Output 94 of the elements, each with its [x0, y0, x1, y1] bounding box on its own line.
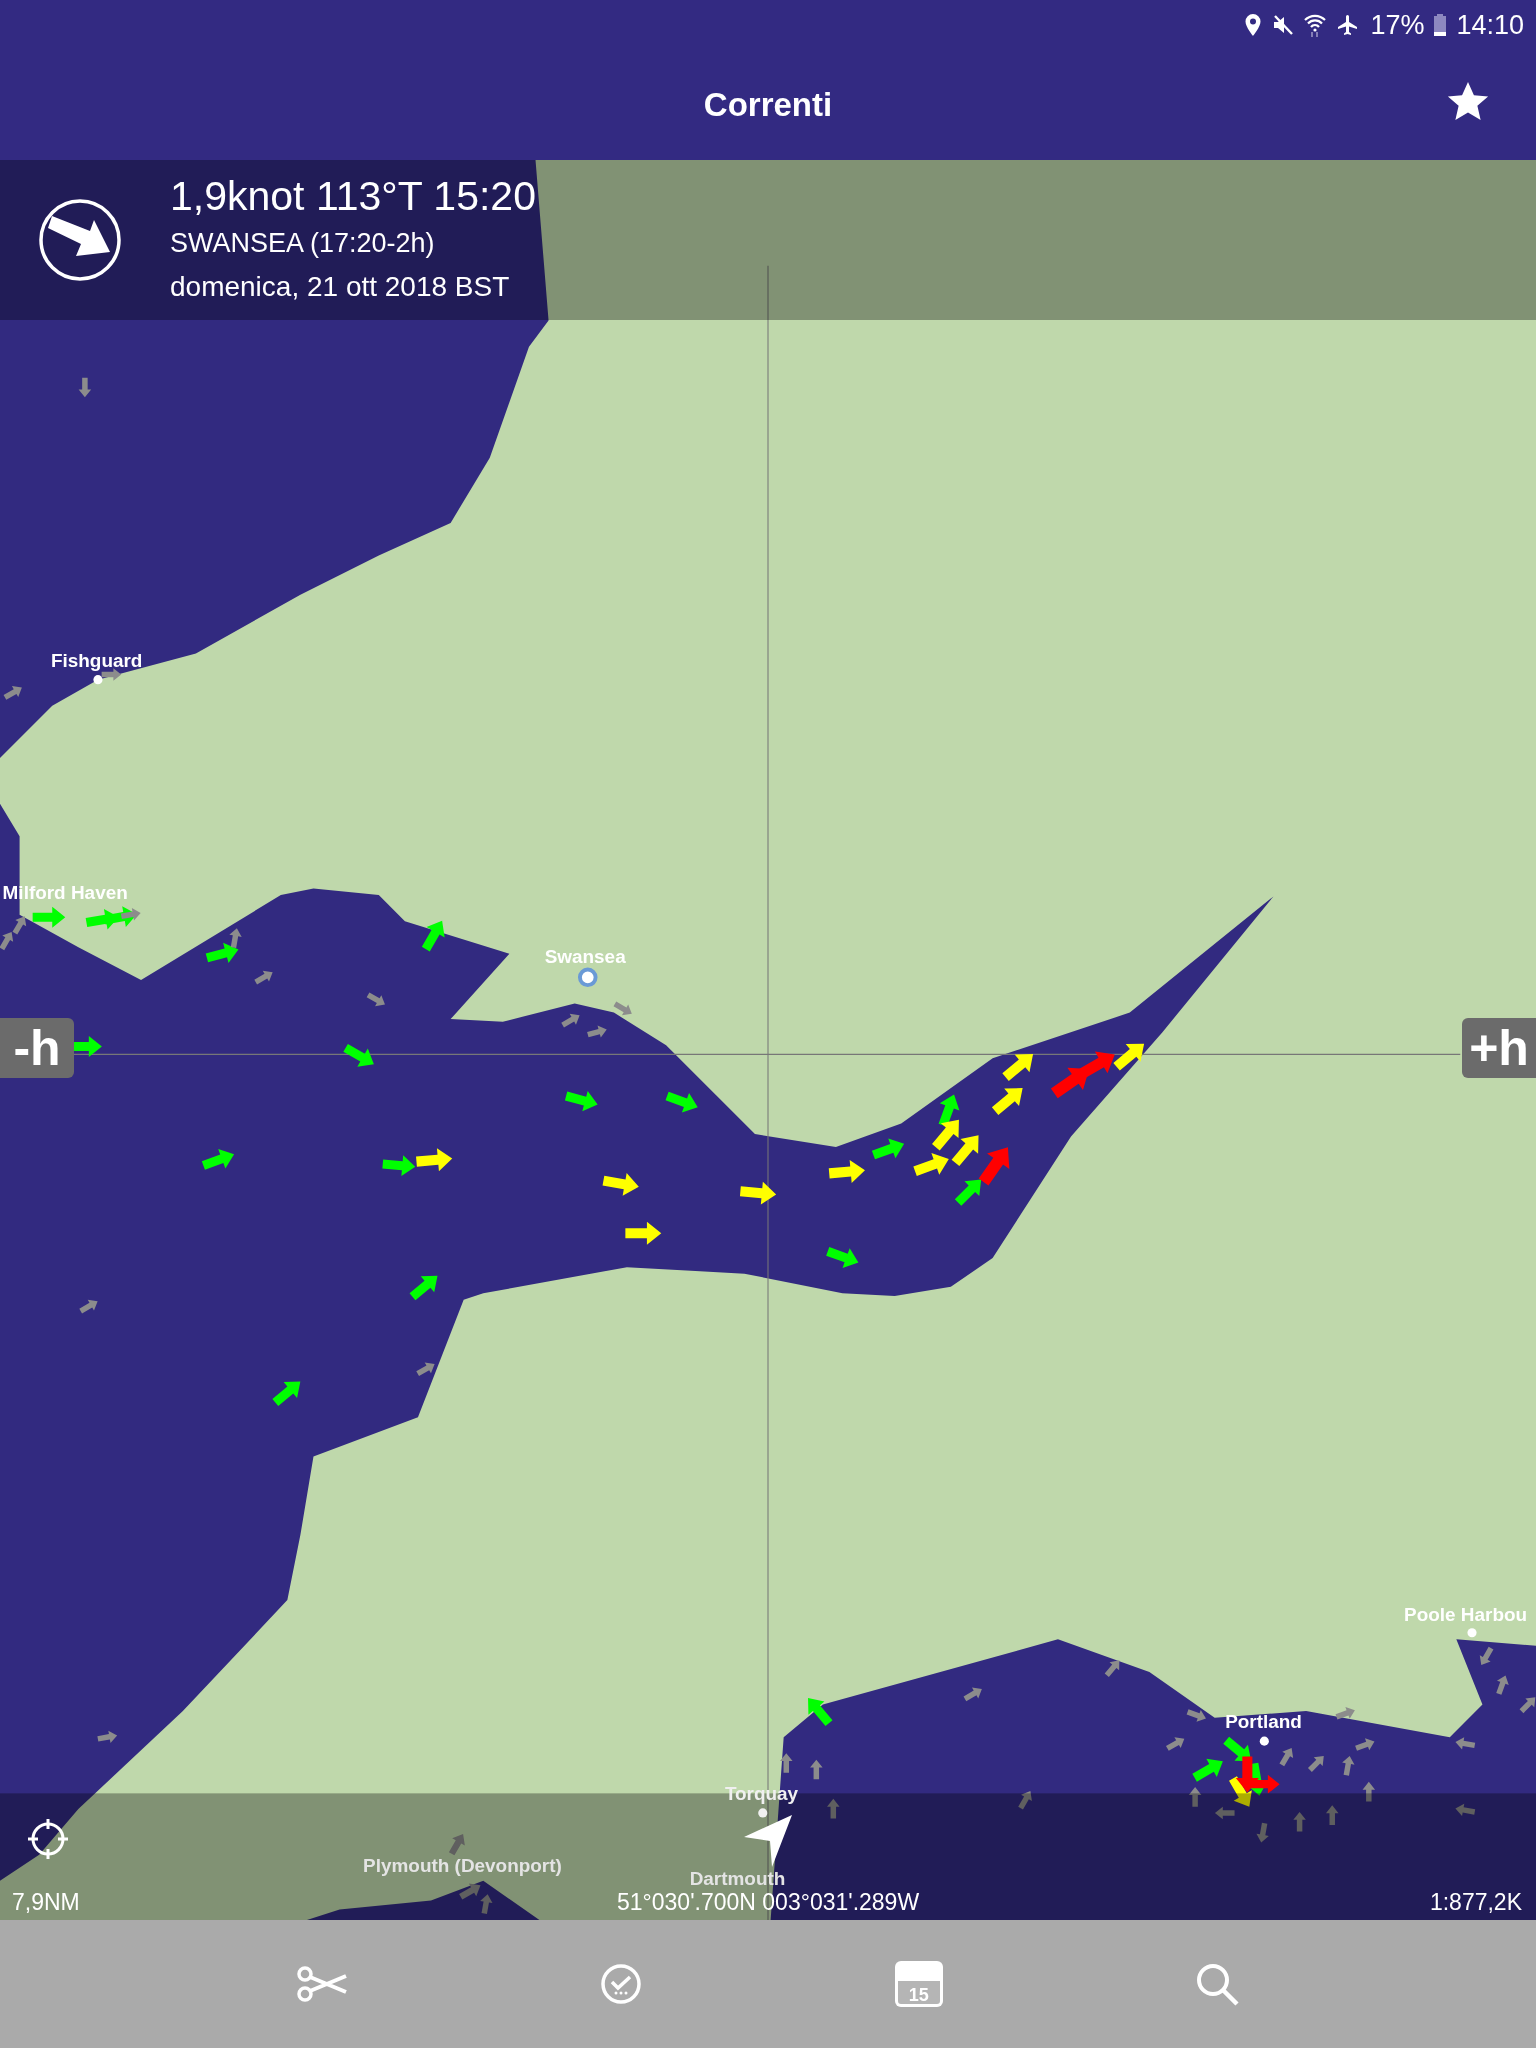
- place-label: Fishguard: [50, 649, 143, 671]
- current-arrow-icon: [1002, 1054, 1034, 1082]
- current-arrow-icon: [1293, 1811, 1306, 1832]
- current-arrow-icon: [1192, 1758, 1223, 1782]
- current-direction-icon: [38, 198, 122, 282]
- current-arrow-icon: [448, 1834, 465, 1856]
- map-scale: 1:877,2K: [1429, 1889, 1522, 1916]
- current-arrow-icon: [602, 1173, 639, 1196]
- current-arrow-icon: [808, 1698, 833, 1727]
- date-text: domenica, 21 ott 2018 BST: [170, 270, 511, 304]
- place-label: Plymouth (Devonport): [363, 1854, 562, 1876]
- current-arrow-icon: [79, 1299, 98, 1314]
- current-arrow-icon: [963, 1687, 982, 1702]
- place-dot-icon: [1467, 1628, 1477, 1638]
- scissors-icon[interactable]: [295, 1966, 348, 2002]
- locate-icon[interactable]: [26, 1817, 70, 1861]
- station-name: SWANSEA (17:20-2h): [170, 227, 436, 260]
- current-arrow-icon: [1188, 1787, 1202, 1807]
- clock-icon[interactable]: [599, 1962, 644, 2006]
- place-label: Poole Harbou: [1404, 1604, 1528, 1625]
- current-arrow-icon: [951, 1135, 979, 1167]
- current-arrow-icon: [78, 377, 92, 398]
- wifi-icon: [1304, 13, 1327, 37]
- current-arrow-icon: [254, 970, 273, 985]
- current-arrow-icon: [739, 1181, 777, 1205]
- battery-percent: 17%: [1370, 9, 1425, 41]
- current-arrow-icon: [938, 1094, 960, 1127]
- place-label: Torquay: [724, 1782, 799, 1804]
- current-reading: 1,9knot 113°T 15:20: [170, 172, 536, 221]
- current-arrow-icon: [1355, 1738, 1375, 1751]
- time-step-button[interactable]: +h: [1462, 1018, 1536, 1078]
- current-arrow-icon: [826, 1247, 859, 1268]
- current-arrow-icon: [1455, 1803, 1476, 1817]
- current-arrow-icon: [12, 916, 27, 935]
- current-arrow-icon: [1455, 1737, 1476, 1750]
- current-arrow-icon: [416, 1148, 453, 1172]
- distance-scale: 7,9NM: [12, 1889, 80, 1916]
- current-arrow-icon: [913, 1153, 949, 1176]
- current-arrow-icon: [1104, 1660, 1120, 1677]
- current-arrow-icon: [587, 1025, 607, 1038]
- current-arrow-icon: [3, 686, 22, 700]
- location-pin-icon: [1244, 13, 1263, 37]
- current-arrow-icon: [1326, 1805, 1339, 1825]
- harbour-marker-icon: [577, 967, 598, 988]
- current-arrow-icon: [1362, 1781, 1376, 1802]
- screen-title: Correnti: [703, 86, 833, 124]
- place-label: Swansea: [544, 945, 626, 967]
- current-arrow-icon: [871, 1138, 905, 1160]
- current-arrow-icon: [343, 1043, 374, 1067]
- current-arrow-icon: [561, 1013, 580, 1028]
- current-arrow-icon: [1496, 1675, 1509, 1695]
- position-coordinates: 51°030'.700N 003°031'.289W: [617, 1889, 920, 1916]
- current-arrow-icon: [1018, 1791, 1032, 1810]
- current-arrow-icon: [201, 1148, 235, 1170]
- place-dot-icon: [1259, 1736, 1269, 1746]
- current-arrow-icon: [1335, 1707, 1355, 1720]
- current-arrow-icon: [1186, 1709, 1206, 1722]
- current-arrow-icon: [1308, 1756, 1324, 1772]
- current-arrow-icon: [827, 1798, 840, 1819]
- current-arrow-icon: [613, 1001, 632, 1016]
- current-arrow-icon: [1279, 1748, 1294, 1767]
- current-arrow-icon: [272, 1381, 301, 1407]
- current-arrow-icon: [828, 1160, 865, 1183]
- clock-time: 14:10: [1456, 9, 1524, 41]
- current-arrow-icon: [1113, 1043, 1145, 1071]
- current-arrow-icon: [625, 1221, 662, 1245]
- place-dot-icon: [93, 675, 103, 685]
- current-arrow-icon: [780, 1753, 793, 1773]
- current-arrow-icon: [810, 1759, 823, 1780]
- current-arrow-icon: [409, 1275, 438, 1301]
- current-arrow-icon: [932, 1119, 959, 1151]
- current-arrow-icon: [421, 920, 445, 952]
- current-arrow-icon: [991, 1088, 1023, 1115]
- current-arrow-icon: [1519, 1697, 1536, 1714]
- current-arrow-icon: [1166, 1737, 1185, 1751]
- current-arrow-icon: [382, 1155, 416, 1177]
- current-arrow-icon: [665, 1091, 698, 1113]
- current-arrow-icon: [1479, 1646, 1494, 1666]
- current-arrow-icon: [366, 992, 385, 1007]
- battery-icon: [1434, 14, 1447, 36]
- place-label: Portland: [1225, 1711, 1302, 1733]
- current-arrow-icon: [1078, 1051, 1115, 1079]
- current-arrow-icon: [32, 906, 66, 928]
- mute-icon: [1272, 14, 1295, 36]
- current-arrow-icon: [564, 1091, 598, 1112]
- time-step-button[interactable]: -h: [0, 1018, 74, 1078]
- search-icon[interactable]: [1194, 1961, 1241, 2007]
- current-arrow-icon: [97, 1730, 118, 1743]
- current-arrow-icon: [0, 931, 14, 951]
- current-arrow-icon: [1342, 1755, 1355, 1776]
- current-arrow-icon: [416, 1362, 435, 1377]
- current-arrow-icon: [1256, 1822, 1269, 1843]
- navigation-arrow-icon: [742, 1813, 794, 1869]
- place-dot-icon: [758, 1808, 768, 1818]
